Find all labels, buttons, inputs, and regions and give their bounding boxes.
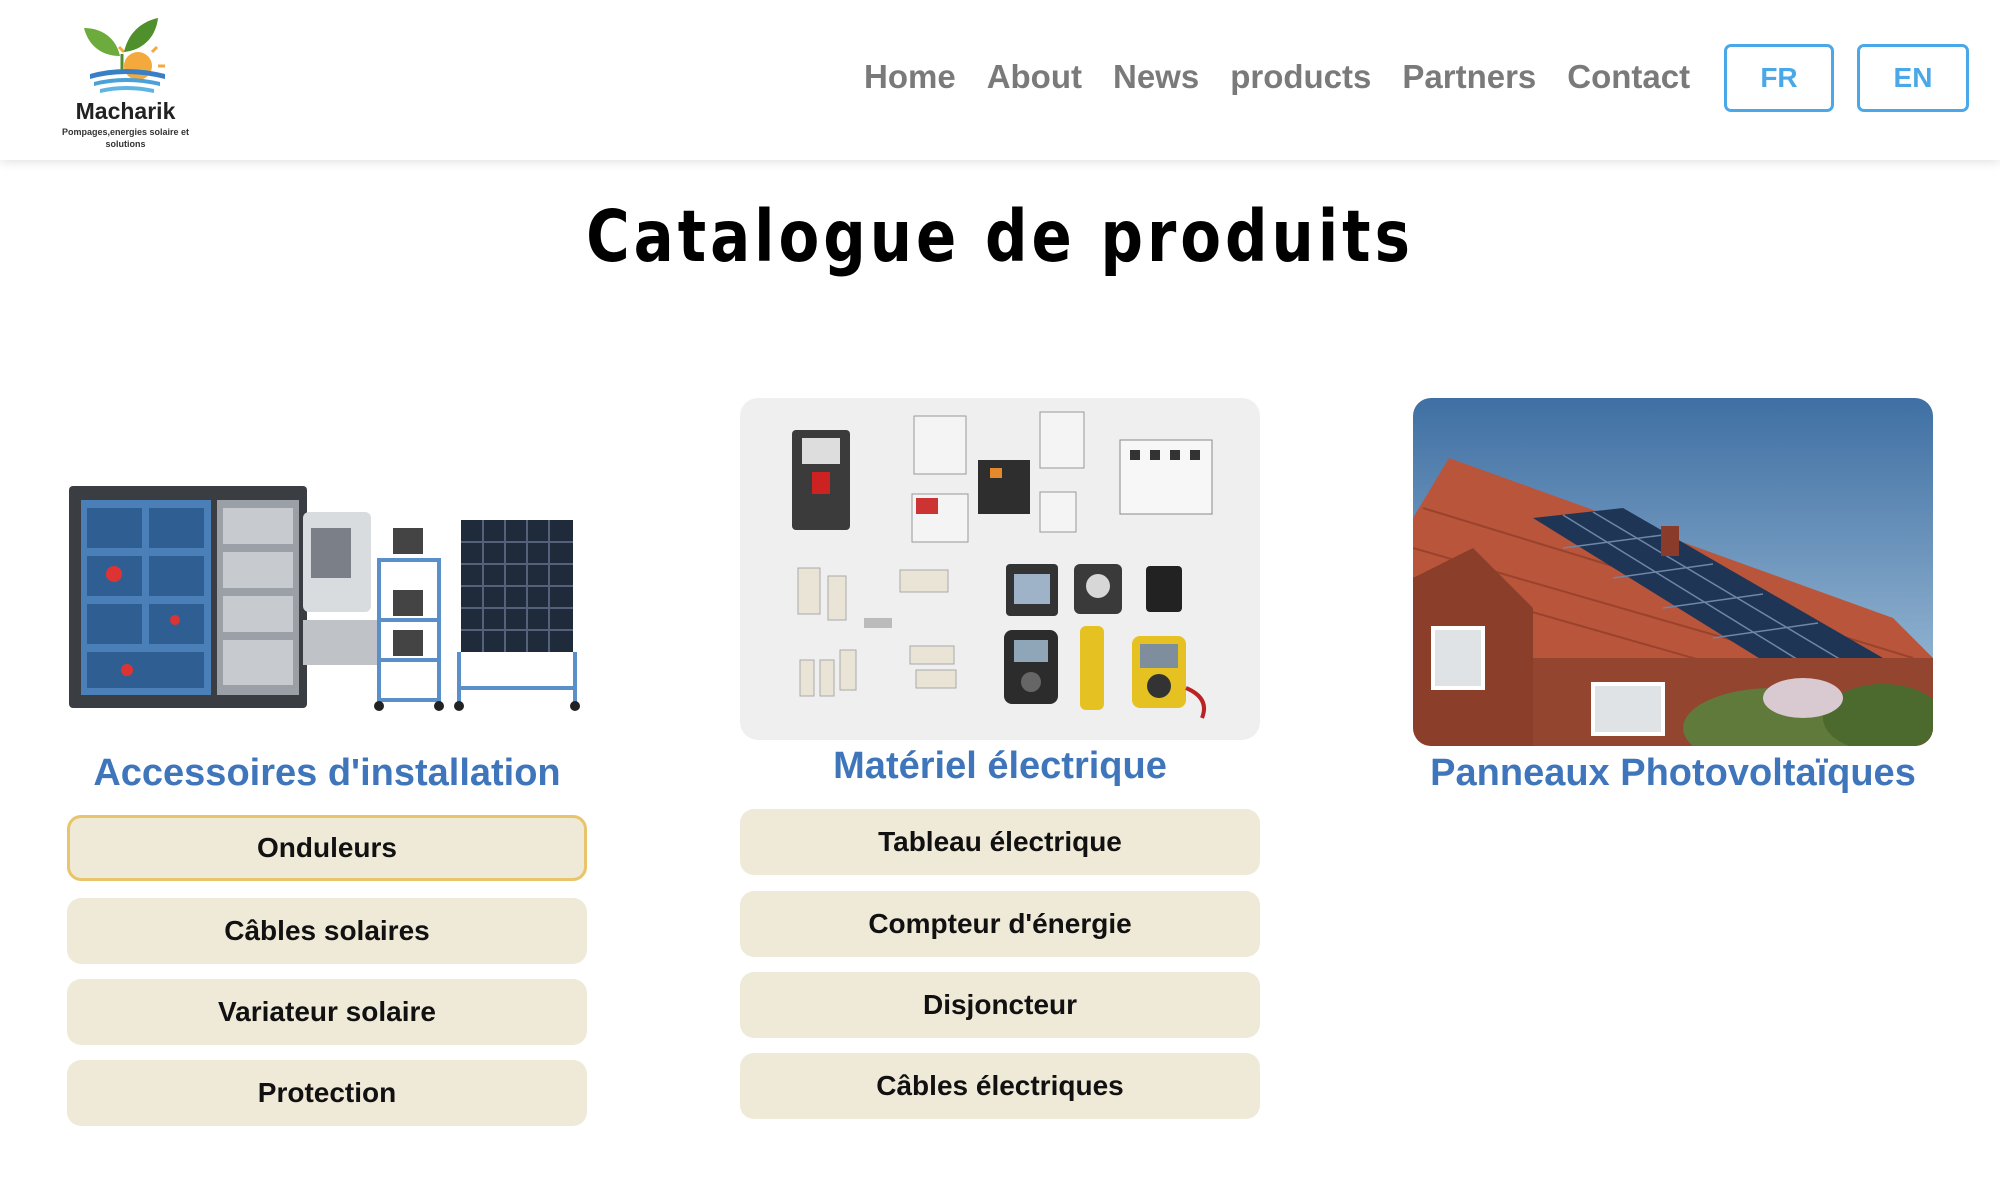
item-cables-electriques-button[interactable]: Câbles électriques bbox=[740, 1053, 1260, 1119]
item-onduleurs-button[interactable]: Onduleurs bbox=[67, 815, 587, 881]
site-header: Macharik Pompages,energies solaire et so… bbox=[0, 0, 2000, 160]
nav-about[interactable]: About bbox=[987, 58, 1082, 96]
nav-contact[interactable]: Contact bbox=[1567, 58, 1690, 96]
category-title[interactable]: Matériel électrique bbox=[740, 745, 1260, 788]
logo-icon bbox=[84, 18, 165, 93]
item-disjoncteur-button[interactable]: Disjoncteur bbox=[740, 972, 1260, 1038]
item-protection-button[interactable]: Protection bbox=[67, 1060, 587, 1126]
lang-fr-button[interactable]: FR bbox=[1724, 44, 1834, 112]
nav-news[interactable]: News bbox=[1113, 58, 1199, 96]
lang-en-button[interactable]: EN bbox=[1857, 44, 1969, 112]
item-tableau-electrique-button[interactable]: Tableau électrique bbox=[740, 809, 1260, 875]
house-solar-roof-image[interactable] bbox=[1413, 398, 1933, 746]
main-nav: Home About News products Partners Contac… bbox=[864, 58, 1721, 96]
electrical-components-image[interactable] bbox=[740, 398, 1260, 740]
nav-partners[interactable]: Partners bbox=[1402, 58, 1536, 96]
brand-tagline: Pompages,energies solaire et solutions bbox=[61, 127, 190, 149]
item-variateur-solaire-button[interactable]: Variateur solaire bbox=[67, 979, 587, 1045]
category-title[interactable]: Panneaux Photovoltaïques bbox=[1413, 752, 1933, 795]
brand-logo[interactable]: Macharik Pompages,energies solaire et so… bbox=[48, 16, 203, 151]
page-title: Catalogue de produits bbox=[586, 194, 1414, 279]
item-compteur-energie-button[interactable]: Compteur d'énergie bbox=[740, 891, 1260, 957]
nav-home[interactable]: Home bbox=[864, 58, 956, 96]
brand-name: Macharik bbox=[75, 98, 176, 124]
category-title[interactable]: Accessoires d'installation bbox=[67, 752, 587, 795]
solar-training-equipment-image[interactable] bbox=[67, 470, 587, 720]
nav-products[interactable]: products bbox=[1230, 58, 1371, 96]
item-cables-solaires-button[interactable]: Câbles solaires bbox=[67, 898, 587, 964]
